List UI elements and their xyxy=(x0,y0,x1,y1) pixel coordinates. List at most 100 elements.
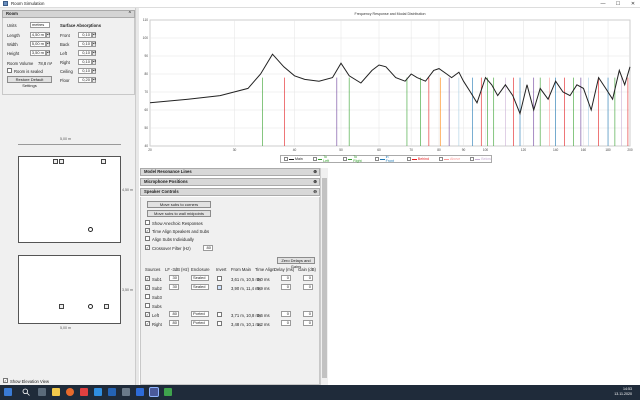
source-checkbox[interactable]: ✓ xyxy=(145,285,150,290)
align-subs-checkbox[interactable] xyxy=(145,236,150,241)
expand-icon[interactable]: ⊕ xyxy=(313,169,317,175)
delay-input[interactable]: 0 xyxy=(281,284,291,290)
width-input[interactable]: 5,00 m xyxy=(30,41,46,47)
zero-delays-button[interactable]: Zero Delays and Gains xyxy=(277,257,315,269)
move-subs-corners-button[interactable]: Move subs to corners xyxy=(147,201,211,208)
show-anechoic-checkbox[interactable] xyxy=(145,220,150,225)
legend-item[interactable]: To Left xyxy=(312,155,333,163)
invert-checkbox[interactable] xyxy=(217,276,222,281)
delay-input[interactable]: 0 xyxy=(281,275,291,281)
height-input[interactable]: 3,50 m xyxy=(30,50,46,56)
file-explorer-icon[interactable] xyxy=(52,388,60,396)
speaker-marker[interactable] xyxy=(59,159,64,164)
lf-input[interactable]: 30 xyxy=(169,284,179,290)
modal-lines-section-header[interactable]: Model Resonance Lines ⊕ xyxy=(140,168,320,176)
surface-input[interactable]: 0,20 xyxy=(78,77,92,83)
crossover-checkbox[interactable]: ✓ xyxy=(145,245,150,250)
length-input[interactable]: 4,50 m xyxy=(30,32,46,38)
collapse-icon[interactable]: ⌃ xyxy=(128,11,132,17)
collapse-icon[interactable]: ⊖ xyxy=(313,189,317,195)
listener-marker[interactable] xyxy=(88,304,93,309)
height-spinner[interactable]: ▴▾ xyxy=(46,50,50,56)
outlook-icon[interactable] xyxy=(136,388,144,396)
surface-input[interactable]: 0,10 xyxy=(78,59,92,65)
surface-spinner[interactable]: ▴▾ xyxy=(92,59,96,65)
legend-checkbox[interactable] xyxy=(312,157,317,161)
delay-input[interactable]: 0 xyxy=(281,320,291,326)
legend-item[interactable]: To Right xyxy=(342,155,365,163)
width-spinner[interactable]: ▴▾ xyxy=(46,41,50,47)
search-icon[interactable] xyxy=(22,388,30,396)
legend-item[interactable]: Main xyxy=(284,157,303,161)
surface-input[interactable]: 0,10 xyxy=(78,50,92,56)
close-button[interactable]: ✕ xyxy=(626,0,640,8)
room-sim-taskbar-icon[interactable] xyxy=(149,387,159,397)
mic-positions-section-header[interactable]: Microphone Positions ⊕ xyxy=(140,178,320,186)
surface-spinner[interactable]: ▴▾ xyxy=(92,41,96,47)
mail-icon[interactable] xyxy=(94,388,102,396)
scrollbar-thumb[interactable] xyxy=(322,178,327,378)
crossover-input[interactable]: 80 xyxy=(203,245,213,251)
gain-input[interactable]: 0 xyxy=(303,275,313,281)
units-select[interactable]: metres xyxy=(30,22,50,28)
legend-checkbox[interactable] xyxy=(375,157,380,161)
floor-plan[interactable] xyxy=(18,156,121,243)
expand-icon[interactable]: ⊕ xyxy=(313,179,317,185)
surface-spinner[interactable]: ▴▾ xyxy=(92,50,96,56)
length-spinner[interactable]: ▴▾ xyxy=(46,32,50,38)
gain-input[interactable]: 0 xyxy=(303,284,313,290)
speaker-right-marker[interactable] xyxy=(101,159,106,164)
source-checkbox[interactable]: ✓ xyxy=(145,276,150,281)
legend-checkbox[interactable] xyxy=(439,157,443,161)
surface-input[interactable]: 0,10 xyxy=(78,68,92,74)
surface-spinner[interactable]: ▴▾ xyxy=(92,32,96,38)
legend-checkbox[interactable] xyxy=(470,157,475,161)
legend-item[interactable]: Below xyxy=(470,157,491,161)
clock[interactable]: 14:53 13.11.2020 xyxy=(614,387,632,397)
word-icon[interactable] xyxy=(108,388,116,396)
firefox-icon[interactable] xyxy=(66,388,74,396)
vertical-scrollbar[interactable] xyxy=(320,168,328,385)
speaker-marker[interactable] xyxy=(104,304,109,309)
gain-input[interactable]: 0 xyxy=(303,320,313,326)
gain-input[interactable]: 0 xyxy=(303,311,313,317)
sealed-checkbox[interactable] xyxy=(7,68,12,73)
delay-input[interactable]: 0 xyxy=(281,311,291,317)
listener-marker[interactable] xyxy=(88,227,93,232)
legend-checkbox[interactable] xyxy=(406,157,411,161)
legend-checkbox[interactable] xyxy=(284,157,288,161)
invert-checkbox[interactable] xyxy=(217,285,222,290)
legend-item[interactable]: Above xyxy=(439,157,460,161)
lf-input[interactable]: 30 xyxy=(169,275,179,281)
move-subs-midpoints-button[interactable]: Move subs to wall midpoints xyxy=(147,210,211,217)
enclosure-select[interactable]: Ported xyxy=(191,320,209,326)
legend-checkbox[interactable] xyxy=(342,157,347,161)
app-icon-green[interactable] xyxy=(164,388,172,396)
task-view-icon[interactable] xyxy=(38,388,46,396)
enclosure-select[interactable]: Sealed xyxy=(191,284,209,290)
surface-input[interactable]: 0,10 xyxy=(78,32,92,38)
source-checkbox[interactable] xyxy=(145,294,150,299)
app-icon-gray[interactable] xyxy=(122,388,130,396)
source-checkbox[interactable]: ✓ xyxy=(145,321,150,326)
show-elevation-checkbox[interactable]: ✓ xyxy=(3,378,8,383)
speaker-controls-section-header[interactable]: Speaker Controls ⊖ xyxy=(140,188,320,196)
time-align-checkbox[interactable]: ✓ xyxy=(145,228,150,233)
speaker-marker[interactable] xyxy=(59,304,64,309)
source-checkbox[interactable] xyxy=(145,303,150,308)
minimize-button[interactable]: — xyxy=(596,0,610,8)
invert-checkbox[interactable] xyxy=(217,312,222,317)
lf-input[interactable]: 80 xyxy=(169,311,179,317)
restore-defaults-button[interactable]: Restore Default Settings xyxy=(7,76,52,88)
app-icon-red[interactable] xyxy=(80,388,88,396)
enclosure-select[interactable]: Sealed xyxy=(191,275,209,281)
invert-checkbox[interactable] xyxy=(217,321,222,326)
speaker-left-marker[interactable] xyxy=(53,159,58,164)
enclosure-select[interactable]: Ported xyxy=(191,311,209,317)
elevation-view[interactable] xyxy=(18,255,121,324)
source-checkbox[interactable]: ✓ xyxy=(145,312,150,317)
maximize-button[interactable]: ☐ xyxy=(611,0,625,8)
start-icon[interactable] xyxy=(4,388,12,396)
surface-spinner[interactable]: ▴▾ xyxy=(92,77,96,83)
surface-spinner[interactable]: ▴▾ xyxy=(92,68,96,74)
